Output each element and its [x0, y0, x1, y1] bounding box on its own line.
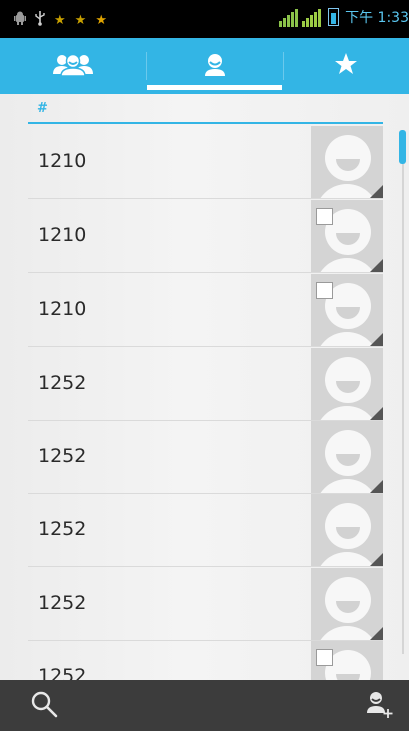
contact-photo[interactable]	[311, 126, 383, 198]
groups-icon	[53, 52, 93, 80]
tab-favorites[interactable]	[283, 38, 409, 94]
selected-tab-indicator	[147, 85, 282, 90]
contact-name: 1210	[38, 298, 87, 320]
battery-icon	[328, 8, 340, 26]
contact-name: 1252	[38, 592, 87, 614]
section-header-label: #	[37, 101, 48, 116]
contact-row[interactable]: 1252	[28, 347, 383, 421]
contact-checkbox[interactable]	[316, 282, 333, 299]
contact-row[interactable]: 1210	[28, 199, 383, 273]
star-icon	[334, 52, 358, 80]
scrollbar-track	[402, 164, 404, 654]
add-contact-button[interactable]	[349, 680, 409, 731]
contact-row[interactable]: 1252	[28, 420, 383, 494]
signal-icon	[302, 9, 322, 27]
contact-list[interactable]: # 1210 1210 1210 1252 1252 1252 1252 125…	[0, 94, 409, 680]
contact-photo[interactable]	[311, 348, 383, 420]
usb-icon	[35, 10, 45, 31]
contact-name: 1210	[38, 150, 87, 172]
clock: 下午 1:33	[345, 10, 409, 26]
bottom-action-bar	[0, 680, 409, 731]
contact-name: 1252	[38, 445, 87, 467]
contact-row[interactable]: 1252	[28, 567, 383, 641]
contact-name: 1210	[38, 224, 87, 246]
contact-row[interactable]: 1252	[28, 640, 383, 680]
contact-name: 1252	[38, 665, 87, 680]
star-notification-icon: ★	[95, 12, 107, 28]
android-debug-icon	[14, 11, 26, 30]
contact-photo[interactable]	[311, 421, 383, 493]
contact-name: 1252	[38, 372, 87, 394]
contact-photo[interactable]	[311, 568, 383, 640]
system-icons: 下午 1:33	[279, 8, 409, 27]
person-icon	[203, 52, 227, 80]
star-notification-icon: ★	[54, 12, 66, 28]
section-header: #	[28, 98, 383, 124]
star-notification-icon: ★	[74, 12, 87, 28]
search-button[interactable]	[14, 680, 74, 731]
contact-row[interactable]: 1210	[28, 273, 383, 347]
tab-bar	[0, 38, 409, 94]
contact-name: 1252	[38, 518, 87, 540]
signal-icon	[279, 9, 299, 27]
add-contact-icon	[364, 689, 394, 723]
tab-groups[interactable]	[0, 38, 146, 94]
contact-checkbox[interactable]	[316, 208, 333, 225]
search-icon	[30, 690, 58, 722]
scrollbar-thumb[interactable]	[399, 130, 406, 164]
contact-row[interactable]: 1252	[28, 493, 383, 567]
contact-row[interactable]: 1210	[28, 125, 383, 199]
notification-icons: ★ ★ ★	[14, 10, 107, 31]
status-bar: ★ ★ ★ 下午 1:33	[0, 0, 409, 38]
contact-checkbox[interactable]	[316, 649, 333, 666]
contact-photo[interactable]	[311, 494, 383, 566]
